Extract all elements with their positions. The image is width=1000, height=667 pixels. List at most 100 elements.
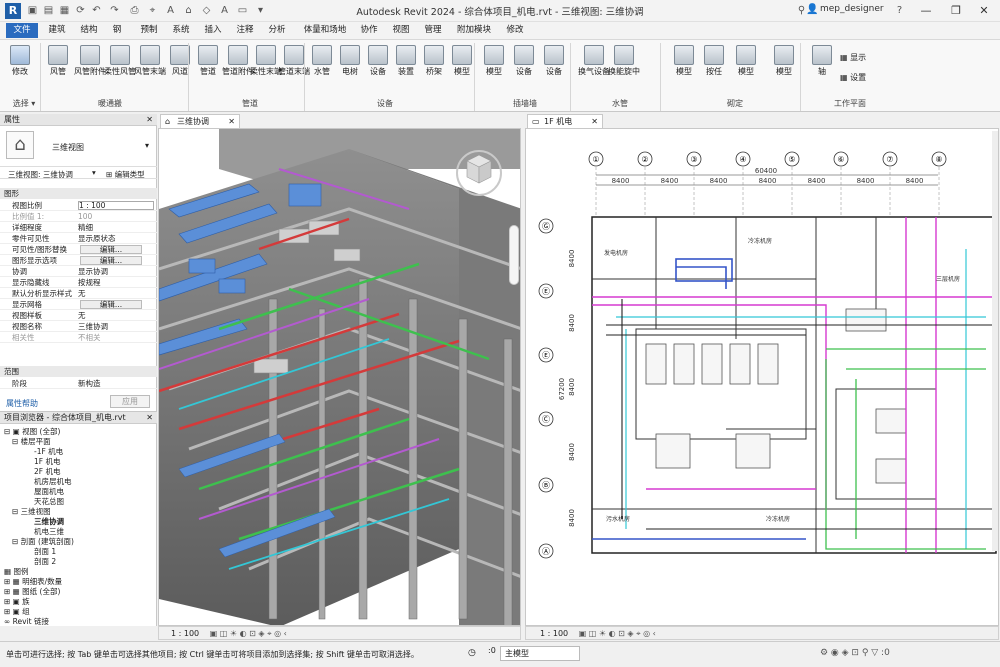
grid-button[interactable]: 轴 <box>806 42 838 100</box>
tree-item[interactable]: ⊟ 三维视图 <box>12 507 51 516</box>
undo-icon[interactable]: ↶ <box>90 4 103 17</box>
prop-row[interactable]: 协调 显示协调 <box>0 266 157 277</box>
tree-item[interactable]: ⊟ ▣ 视图 (全部) <box>4 427 60 436</box>
prop-row[interactable]: 零件可见性 显示原状态 <box>0 233 157 244</box>
navigation-bar[interactable] <box>509 225 519 285</box>
close-icon[interactable]: ✕ <box>146 114 153 126</box>
prop-row[interactable]: 视图样板无 <box>0 310 157 321</box>
tab-analyze[interactable]: 分析 <box>264 23 290 38</box>
user-icon[interactable]: 👤 <box>806 4 818 15</box>
tree-item[interactable]: ⊞ ▦ 明细表/数量 <box>4 577 62 586</box>
tree-item[interactable]: ⊞ ▦ 图纸 (全部) <box>4 587 60 596</box>
prop-row[interactable]: 阶段 新构造 <box>0 378 157 389</box>
tab-3d-coordination[interactable]: ⌂ 三维协调 ✕ <box>160 114 240 128</box>
ventilation-equipment-button[interactable]: 换气设备 <box>578 42 610 100</box>
tab-collaborate[interactable]: 协作 <box>356 23 382 38</box>
duct-accessory-button[interactable]: 风管附件 <box>74 42 106 100</box>
view-selector[interactable]: 三维视图: 三维协调 <box>8 169 73 180</box>
duct-button[interactable]: 风管 <box>42 42 74 100</box>
tab-manage[interactable]: 管理 <box>420 23 446 38</box>
minimize-button[interactable]: — <box>915 2 937 19</box>
vertical-scrollbar[interactable] <box>992 131 998 551</box>
selection-filter-icons[interactable]: ⚙ ◉ ◈ ⊡ ⚲ ▽ :0 <box>820 648 890 658</box>
tree-item[interactable]: 剖面 1 <box>34 547 56 556</box>
tree-item[interactable]: 1F 机电 <box>34 457 60 466</box>
sync-icon[interactable]: ⟳ <box>74 4 87 17</box>
design-option-select[interactable]: 主模型 <box>500 646 580 661</box>
view-scale[interactable]: 1 : 100 <box>171 629 199 638</box>
close-tab-icon[interactable]: ✕ <box>228 115 235 128</box>
tab-1f-mep[interactable]: ▭ 1F 机电 ✕ <box>527 114 603 128</box>
type-name[interactable]: 三维视图 <box>52 142 84 153</box>
tab-addins[interactable]: 附加模块 <box>452 23 496 38</box>
tab-steel[interactable]: 钢 <box>108 23 126 38</box>
view-controls-icons[interactable]: ▣ ◫ ☀ ◐ ⊡ ◈ ⌖ ◎ ‹ <box>579 629 656 638</box>
tree-item[interactable]: ⊞ ▣ 族 <box>4 597 30 606</box>
tab-structure[interactable]: 结构 <box>76 23 102 38</box>
tab-file[interactable]: 文件 <box>6 23 38 38</box>
flex-duct-button[interactable]: 柔性风管 <box>104 42 136 100</box>
tab-architecture[interactable]: 建筑 <box>44 23 70 38</box>
edit-vg-button[interactable]: 编辑... <box>80 245 142 254</box>
set-button[interactable]: ▦ 设置 <box>840 72 866 83</box>
open-icon[interactable]: ▣ <box>26 4 39 17</box>
heat-exchange-button[interactable]: 换能旋中 <box>608 42 640 100</box>
tree-item[interactable]: 天花总图 <box>34 497 64 506</box>
modify-button[interactable]: 修改 <box>4 42 36 100</box>
tab-massing[interactable]: 体量和场地 <box>298 23 352 38</box>
view-controls-icons[interactable]: ▣ ◫ ☀ ◐ ⊡ ◈ ⌖ ◎ ‹ <box>210 629 287 638</box>
prop-row[interactable]: 显示隐藏线 按规程 <box>0 277 157 288</box>
properties-help-link[interactable]: 属性帮助 <box>6 398 38 409</box>
view-scale[interactable]: 1 : 100 <box>540 629 568 638</box>
tree-item[interactable]: 剖面 2 <box>34 557 56 566</box>
plan-viewport[interactable]: ①②③④⑤⑥⑦⑧ Ⓖ Ⓔ Ⓔ Ⓒ Ⓑ Ⓐ 发电机房 冷冻机房 三层机房 污水机房… <box>525 128 999 626</box>
revit-logo-icon[interactable]: R <box>5 3 21 19</box>
air-terminal-button[interactable]: 风管末端 <box>134 42 166 100</box>
workset-icon[interactable]: ◷ <box>468 648 476 658</box>
place-button[interactable]: 按任 <box>698 42 730 100</box>
print-icon[interactable]: ⎙ <box>128 4 141 17</box>
tab-annotate[interactable]: 注释 <box>232 23 258 38</box>
close-tab-icon[interactable]: ✕ <box>591 115 598 128</box>
redo-icon[interactable]: ↷ <box>108 4 121 17</box>
tree-item[interactable]: 2F 机电 <box>34 467 60 476</box>
3d-viewport[interactable] <box>158 128 521 626</box>
help-icon[interactable]: ? <box>893 4 906 17</box>
prop-row[interactable]: 可见性/图形替换 编辑... <box>0 244 157 255</box>
prop-row[interactable]: 显示网格 编辑... <box>0 299 157 310</box>
folder-icon[interactable]: ▤ <box>42 4 55 17</box>
section-icon[interactable]: ◇ <box>200 4 213 17</box>
prop-row[interactable]: 详细程度 精细 <box>0 222 157 233</box>
tree-item[interactable]: ∞ Revit 链接 <box>4 617 49 626</box>
close-views-icon[interactable]: ▭ <box>236 4 249 17</box>
pipe-button[interactable]: 管道 <box>192 42 224 100</box>
type-dropdown-icon[interactable]: ▾ <box>145 141 149 150</box>
tab-systems[interactable]: 系统 <box>168 23 194 38</box>
tree-item[interactable]: ⊟ 楼层平面 <box>12 437 51 446</box>
edit-graphic-display-button[interactable]: 编辑... <box>80 256 142 265</box>
tree-item[interactable]: -1F 机电 <box>34 447 63 456</box>
model-button-5[interactable]: 模型 <box>768 42 800 100</box>
apply-button[interactable]: 应用 <box>110 395 150 408</box>
user-name[interactable]: mep_designer <box>820 4 884 14</box>
view-selector-dropdown-icon[interactable]: ▾ <box>92 168 96 177</box>
annotate-icon[interactable]: A <box>164 4 177 17</box>
tab-insert[interactable]: 插入 <box>200 23 226 38</box>
tab-precast[interactable]: 预制 <box>136 23 162 38</box>
equipment-button-3[interactable]: 设备 <box>538 42 570 100</box>
model-button-3[interactable]: 模型 <box>668 42 700 100</box>
section-graphics[interactable]: 图形 <box>0 188 157 199</box>
3d-view-icon[interactable]: ⌂ <box>182 4 195 17</box>
model-button-2[interactable]: 模型 <box>478 42 510 100</box>
tree-item[interactable]: ⊟ 剖面 (建筑剖面) <box>12 537 74 546</box>
tab-view[interactable]: 视图 <box>388 23 414 38</box>
prop-row[interactable]: 默认分析显示样式无 <box>0 288 157 299</box>
close-button[interactable]: ✕ <box>973 2 995 19</box>
tree-item-active[interactable]: 三维协调 <box>34 517 64 526</box>
equipment-button-2[interactable]: 设备 <box>508 42 540 100</box>
save-icon[interactable]: ▦ <box>58 4 71 17</box>
prop-row[interactable]: 视图名称 三维协调 <box>0 321 157 332</box>
prop-row[interactable]: 视图比例 1 : 100 <box>0 200 157 211</box>
measure-icon[interactable]: ⌖ <box>146 4 159 17</box>
tree-item[interactable]: ⊞ ▣ 组 <box>4 607 30 616</box>
